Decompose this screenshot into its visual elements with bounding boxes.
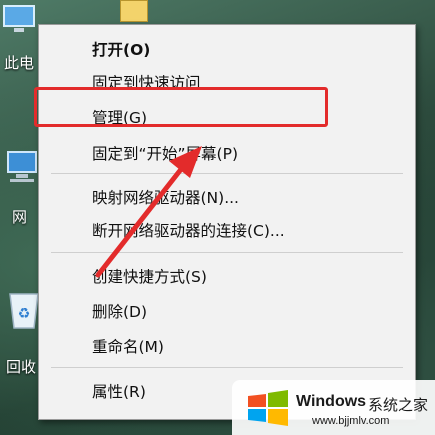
watermark-brand: Windows — [296, 393, 367, 410]
watermark-suffix: 系统之家 — [368, 396, 429, 414]
watermark-url: www.bjjmlv.com — [312, 415, 390, 427]
annotation-arrow — [95, 146, 202, 278]
windows-logo-icon — [248, 390, 288, 426]
